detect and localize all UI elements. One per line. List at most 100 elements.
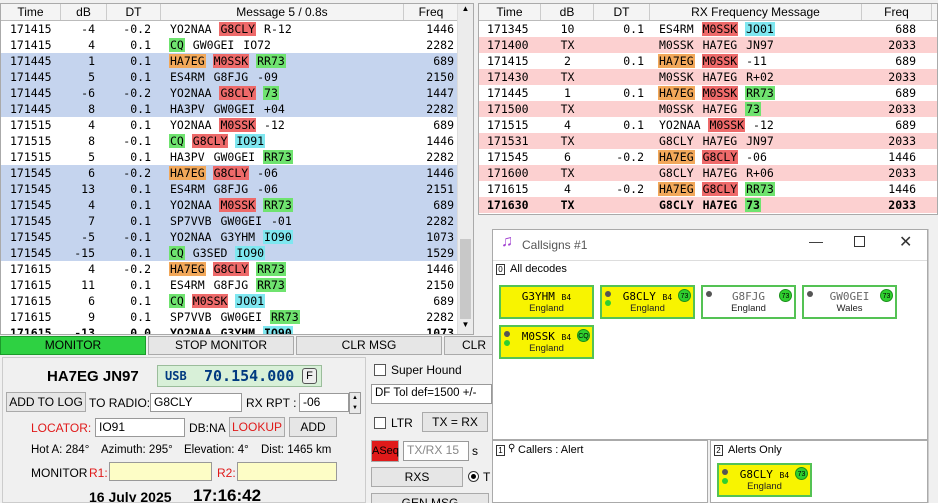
message-token[interactable]: M0SSK (701, 22, 739, 36)
gen-msg-button[interactable]: GEN MSG (371, 493, 489, 503)
message-token[interactable]: YO2NAA (169, 22, 213, 36)
clear-message-button[interactable]: CLR MSG (296, 336, 442, 355)
message-token[interactable]: M0SSK (219, 198, 257, 212)
message-token[interactable]: HA7EG (702, 134, 739, 148)
locator-input[interactable]: IO91 (95, 418, 185, 437)
message-token[interactable]: GW0GEI (213, 150, 257, 164)
f-button[interactable]: F (302, 368, 317, 384)
r2-input[interactable] (237, 462, 337, 481)
message-token[interactable]: YO2NAA (169, 118, 213, 132)
message-token[interactable]: M0SSK (658, 102, 695, 116)
message-token[interactable]: 73 (263, 86, 279, 100)
aseq-button[interactable]: ASeq (371, 440, 399, 462)
rxs-button[interactable]: RXS (371, 467, 463, 487)
message-token[interactable]: M0SSK (708, 118, 746, 132)
message-token[interactable]: G8CLY (219, 22, 257, 36)
table-row[interactable]: 171615 11 0.1 ES4RM G8FJG RR73 2150 (1, 277, 473, 293)
message-token[interactable]: M0SSK (191, 294, 229, 308)
message-token[interactable]: HA7EG (169, 54, 206, 68)
callsign-card[interactable]: G8CLY B4 England 73 (600, 285, 695, 319)
message-token[interactable]: +04 (263, 102, 286, 116)
message-token[interactable]: JN97 (745, 38, 775, 52)
table-row[interactable]: 171545 6 -0.2 HA7EG G8CLY -06 1446 (479, 149, 937, 165)
message-token[interactable]: ES4RM (169, 70, 206, 84)
message-token[interactable]: G8CLY (212, 166, 250, 180)
close-icon[interactable]: ✕ (899, 232, 912, 252)
callsign-card[interactable]: G8FJG England 73 (701, 285, 796, 319)
col-db[interactable]: dB (61, 4, 107, 20)
message-token[interactable]: CQ (169, 134, 185, 148)
message-token[interactable]: M0SSK (658, 38, 695, 52)
table-row[interactable]: 171545 13 0.1 ES4RM G8FJG -06 2151 (1, 181, 473, 197)
table-row[interactable]: 171445 1 0.1 HA7EG M0SSK RR73 689 (1, 53, 473, 69)
message-token[interactable]: -01 (270, 214, 293, 228)
callsign-card[interactable]: G3YHM B4 England (499, 285, 594, 319)
table-row[interactable]: 171415 4 0.1 CQ GW0GEI IO72 2282 (1, 37, 473, 53)
table-row[interactable]: 171615 9 0.1 SP7VVB GW0GEI RR73 2282 (1, 309, 473, 325)
message-token[interactable]: M0SSK (701, 54, 739, 68)
message-token[interactable]: R+06 (745, 166, 775, 180)
message-token[interactable]: GW0GEI (213, 102, 257, 116)
message-token[interactable]: 73 (745, 102, 761, 116)
table-row[interactable]: 171500 TX M0SSK HA7EG 73 2033 (479, 101, 937, 117)
table-row[interactable]: 171345 10 0.1 ES4RM M0SSK JO01 688 (479, 21, 937, 37)
message-token[interactable]: G8CLY (658, 134, 695, 148)
message-token[interactable]: RR73 (256, 262, 286, 276)
message-token[interactable]: YO2NAA (169, 326, 213, 334)
message-token[interactable]: -06 (745, 150, 768, 164)
message-token[interactable]: -06 (256, 182, 279, 196)
message-token[interactable]: RR73 (263, 150, 293, 164)
table-row[interactable]: 171630 TX G8CLY HA7EG 73 2033 (479, 197, 937, 213)
table-row[interactable]: 171445 -6 -0.2 YO2NAA G8CLY 73 1447 (1, 85, 473, 101)
message-token[interactable]: G8CLY (658, 166, 695, 180)
minimize-icon[interactable]: — (809, 233, 823, 249)
table-row[interactable]: 171400 TX M0SSK HA7EG JN97 2033 (479, 37, 937, 53)
decodes-scrollbar[interactable]: ▲ ▼ (457, 4, 473, 334)
message-token[interactable]: G8CLY (658, 198, 695, 212)
message-token[interactable]: IO90 (263, 230, 293, 244)
message-token[interactable]: JN97 (745, 134, 775, 148)
maximize-icon[interactable] (854, 236, 865, 247)
message-token[interactable]: -11 (745, 54, 768, 68)
col-dt[interactable]: DT (594, 4, 650, 20)
message-token[interactable]: HA7EG (658, 86, 695, 100)
col-dt[interactable]: DT (107, 4, 161, 20)
table-row[interactable]: 171430 TX M0SSK HA7EG R+02 2033 (479, 69, 937, 85)
lookup-button[interactable]: LOOKUP (229, 417, 285, 437)
message-token[interactable]: SP7VVB (169, 310, 213, 324)
message-token[interactable]: M0SSK (219, 118, 257, 132)
message-token[interactable]: HA7EG (658, 54, 695, 68)
message-token[interactable]: G3YHM (219, 326, 256, 334)
message-token[interactable]: G8CLY (191, 134, 229, 148)
message-token[interactable]: IO72 (242, 38, 272, 52)
table-row[interactable]: 171545 -5 -0.1 YO2NAA G3YHM IO90 1073 (1, 229, 473, 245)
message-token[interactable]: RR73 (745, 86, 775, 100)
message-token[interactable]: G8FJG (213, 70, 250, 84)
message-token[interactable]: IO90 (263, 326, 293, 334)
message-token[interactable]: CQ (169, 38, 185, 52)
message-token[interactable]: RR73 (745, 182, 775, 196)
t-radio[interactable] (468, 471, 479, 482)
df-tol-select[interactable]: DF Tol def=1500 +/- (371, 384, 492, 404)
message-token[interactable]: RR73 (269, 310, 300, 324)
message-token[interactable]: ES4RM (169, 278, 206, 292)
table-row[interactable]: 171600 TX G8CLY HA7EG R+06 2033 (479, 165, 937, 181)
message-token[interactable]: HA7EG (702, 70, 739, 84)
message-token[interactable]: HA7EG (702, 198, 739, 212)
decodes-grid[interactable]: Time dB DT Message 5 / 0.8s Freq 171415 -… (0, 3, 474, 335)
scroll-up-icon[interactable]: ▲ (460, 4, 471, 18)
message-token[interactable]: RR73 (263, 198, 293, 212)
message-token[interactable]: -12 (752, 118, 775, 132)
table-row[interactable]: 171615 4 -0.2 HA7EG G8CLY RR73 1446 (479, 181, 937, 197)
message-token[interactable]: HA7EG (702, 166, 739, 180)
monitor-button[interactable]: MONITOR (0, 336, 146, 355)
message-token[interactable]: G8CLY (219, 86, 257, 100)
message-token[interactable]: GW0GEI (219, 214, 263, 228)
message-token[interactable]: G3YHM (219, 230, 256, 244)
table-row[interactable]: 171615 4 -0.2 HA7EG G8CLY RR73 1446 (1, 261, 473, 277)
scroll-thumb[interactable] (460, 239, 471, 319)
to-radio-input[interactable]: G8CLY (150, 393, 242, 412)
message-token[interactable]: IO91 (235, 134, 266, 148)
message-token[interactable]: ES4RM (658, 22, 695, 36)
message-token[interactable]: CQ (169, 294, 185, 308)
